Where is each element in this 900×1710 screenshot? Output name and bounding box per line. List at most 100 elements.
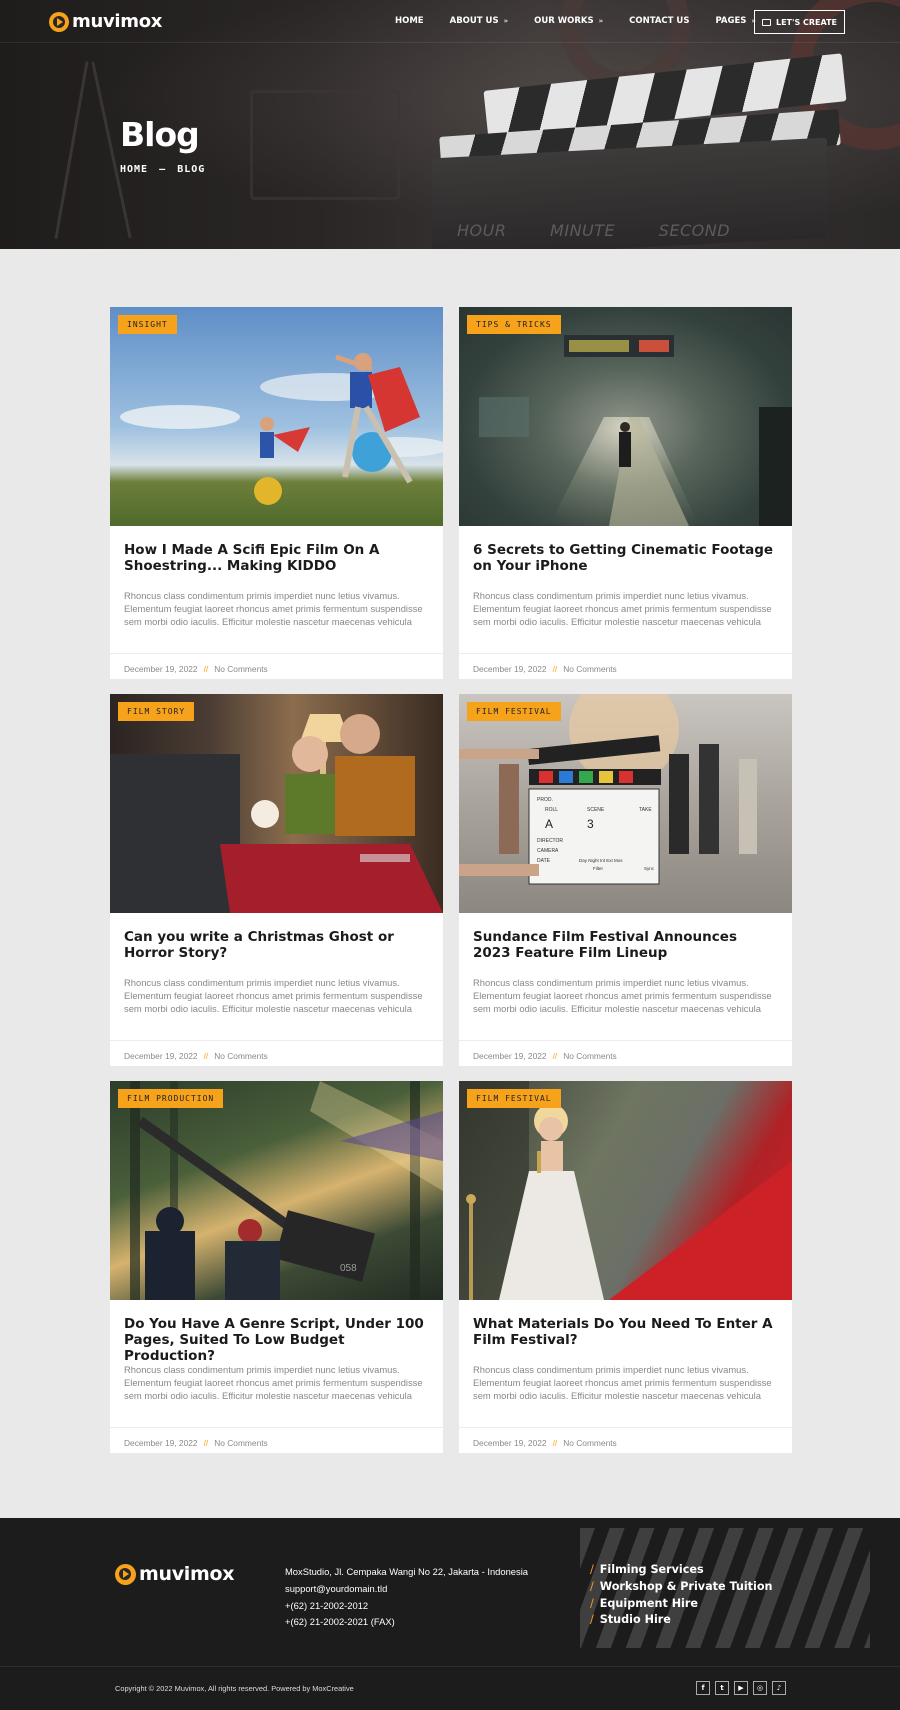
facebook-icon[interactable]: f (696, 1681, 710, 1695)
post-image[interactable]: INSIGHT (110, 307, 443, 526)
post-title[interactable]: Can you write a Christmas Ghost or Horro… (124, 929, 429, 961)
category-tag[interactable]: FILM FESTIVAL (467, 702, 561, 721)
footer-link-equipment-hire[interactable]: / Equipment Hire (590, 1596, 773, 1613)
camera-icon (761, 18, 771, 26)
main-nav: HOME ABOUT US» OUR WORKS» CONTACT US PAG… (395, 16, 782, 26)
post-comments[interactable]: No Comments (563, 664, 617, 674)
footer-link-studio-hire[interactable]: / Studio Hire (590, 1612, 773, 1629)
svg-text:TAKE: TAKE (639, 807, 652, 813)
svg-text:SCENE: SCENE (587, 807, 605, 813)
footer-links: / Filming Services / Workshop & Private Tu… (590, 1562, 773, 1629)
twitter-icon[interactable]: t (715, 1681, 729, 1695)
footer-phone[interactable]: +(62) 21-2002-2012 (285, 1598, 528, 1615)
svg-text:DATE: DATE (537, 858, 551, 864)
youtube-icon[interactable]: ▶ (734, 1681, 748, 1695)
post-excerpt: Rhoncus class condimentum primis imperdi… (473, 1364, 772, 1401)
post-image[interactable]: FILM FESTIVAL (459, 1081, 792, 1300)
double-chevron-icon: » (503, 17, 509, 25)
svg-text:ROLL: ROLL (545, 807, 558, 813)
tiktok-icon[interactable]: ♪ (772, 1681, 786, 1695)
svg-text:DIRECTOR: DIRECTOR (537, 838, 563, 844)
post-image[interactable]: 058 FILM PRODUCTION (110, 1081, 443, 1300)
instagram-icon[interactable]: ◎ (753, 1681, 767, 1695)
footer-contact: MoxStudio, Jl. Cempaka Wangi No 22, Jaka… (285, 1564, 528, 1631)
post-excerpt: Rhoncus class condimentum primis imperdi… (473, 590, 772, 627)
post-meta: December 19, 2022 // No Comments (473, 1051, 617, 1061)
svg-text:058: 058 (340, 1263, 357, 1274)
top-navbar: muvimox HOME ABOUT US» OUR WORKS» CONTAC… (0, 0, 900, 43)
post-title[interactable]: What Materials Do You Need To Enter A Fi… (473, 1316, 778, 1348)
post-comments[interactable]: No Comments (563, 1051, 617, 1061)
post-image[interactable]: TIPS & TRICKS (459, 307, 792, 526)
blog-post-card[interactable]: 058 FILM PRODUCTION Do You Have A Genre … (110, 1081, 443, 1453)
post-excerpt: Rhoncus class condimentum primis imperdi… (124, 1364, 423, 1401)
post-comments[interactable]: No Comments (214, 1051, 268, 1061)
post-date[interactable]: December 19, 2022 (124, 1051, 198, 1061)
blog-post-card[interactable]: FILM STORY Can you write a Christmas Gho… (110, 694, 443, 1066)
svg-text:A: A (545, 817, 553, 831)
blog-post-card[interactable]: PROD. ROLL SCENE TAKE A 3 DIRECTOR CAMER… (459, 694, 792, 1066)
blog-post-card[interactable]: TIPS & TRICKS 6 Secrets to Getting Cinem… (459, 307, 792, 679)
post-image[interactable]: PROD. ROLL SCENE TAKE A 3 DIRECTOR CAMER… (459, 694, 792, 913)
nav-pages[interactable]: PAGES» (715, 16, 755, 26)
svg-text:Day Night Int Ext Mos: Day Night Int Ext Mos (579, 858, 623, 863)
footer-link-workshop[interactable]: / Workshop & Private Tuition (590, 1579, 773, 1596)
social-links: f t ▶ ◎ ♪ (696, 1681, 786, 1695)
post-title[interactable]: 6 Secrets to Getting Cinematic Footage o… (473, 542, 778, 574)
post-date[interactable]: December 19, 2022 (124, 664, 198, 674)
post-meta: December 19, 2022 // No Comments (473, 664, 617, 674)
post-meta: December 19, 2022 // No Comments (473, 1438, 617, 1448)
post-meta: December 19, 2022 // No Comments (124, 1438, 268, 1448)
category-tag[interactable]: FILM PRODUCTION (118, 1089, 224, 1108)
page-header-hero: HOUR MINUTE SECOND muvimox HOME ABOUT US… (0, 0, 900, 249)
nav-about-us[interactable]: ABOUT US» (450, 16, 509, 26)
category-tag[interactable]: TIPS & TRICKS (467, 315, 561, 334)
post-comments[interactable]: No Comments (563, 1438, 617, 1448)
double-chevron-icon: » (598, 17, 604, 25)
breadcrumb-current: BLOG (177, 164, 206, 175)
post-date[interactable]: December 19, 2022 (473, 1438, 547, 1448)
page-title: Blog (120, 115, 200, 154)
category-tag[interactable]: FILM FESTIVAL (467, 1089, 561, 1108)
post-title[interactable]: How I Made A Scifi Epic Film On A Shoest… (124, 542, 429, 574)
footer-email[interactable]: support@yourdomain.tld (285, 1581, 528, 1598)
breadcrumb-home[interactable]: HOME (120, 164, 148, 175)
footer-address: MoxStudio, Jl. Cempaka Wangi No 22, Jaka… (285, 1566, 528, 1577)
nav-home[interactable]: HOME (395, 16, 424, 26)
footer-link-filming-services[interactable]: / Filming Services (590, 1562, 773, 1579)
post-title[interactable]: Sundance Film Festival Announces 2023 Fe… (473, 929, 778, 961)
nav-contact-us[interactable]: CONTACT US (629, 16, 689, 26)
play-logo-icon (49, 11, 69, 32)
footer-logo[interactable]: muvimox (115, 1563, 235, 1585)
post-date[interactable]: December 19, 2022 (473, 664, 547, 674)
post-date[interactable]: December 19, 2022 (124, 1438, 198, 1448)
post-meta: December 19, 2022 // No Comments (124, 1051, 268, 1061)
copyright-text: Copyright © 2022 Muvimox, All rights res… (115, 1684, 354, 1693)
blog-post-card[interactable]: FILM FESTIVAL What Materials Do You Need… (459, 1081, 792, 1453)
post-date[interactable]: December 19, 2022 (473, 1051, 547, 1061)
site-footer: muvimox MoxStudio, Jl. Cempaka Wangi No … (0, 1518, 900, 1710)
svg-text:Filter: Filter (593, 866, 604, 871)
post-meta: December 19, 2022 // No Comments (124, 664, 268, 674)
svg-text:PROD.: PROD. (537, 797, 553, 803)
logo-text: muvimox (72, 11, 163, 32)
category-tag[interactable]: FILM STORY (118, 702, 195, 721)
play-logo-icon (115, 1563, 136, 1585)
footer-fax: +(62) 21-2002-2021 (FAX) (285, 1616, 395, 1628)
site-logo[interactable]: muvimox (49, 11, 162, 32)
blog-post-card[interactable]: INSIGHT How I Made A Scifi Epic Film On … (110, 307, 443, 679)
svg-text:CAMERA: CAMERA (537, 848, 559, 854)
post-image[interactable]: FILM STORY (110, 694, 443, 913)
breadcrumb: HOME — BLOG (120, 164, 206, 175)
category-tag[interactable]: INSIGHT (118, 315, 177, 334)
lets-create-button[interactable]: LET'S CREATE (754, 10, 845, 34)
post-excerpt: Rhoncus class condimentum primis imperdi… (124, 590, 423, 627)
post-comments[interactable]: No Comments (214, 664, 268, 674)
post-comments[interactable]: No Comments (214, 1438, 268, 1448)
post-title[interactable]: Do You Have A Genre Script, Under 100 Pa… (124, 1316, 429, 1364)
post-excerpt: Rhoncus class condimentum primis imperdi… (473, 977, 772, 1014)
svg-text:3: 3 (587, 817, 594, 831)
svg-text:Sync: Sync (644, 866, 655, 871)
slate-labels: HOUR MINUTE SECOND (457, 221, 731, 240)
nav-our-works[interactable]: OUR WORKS» (534, 16, 603, 26)
